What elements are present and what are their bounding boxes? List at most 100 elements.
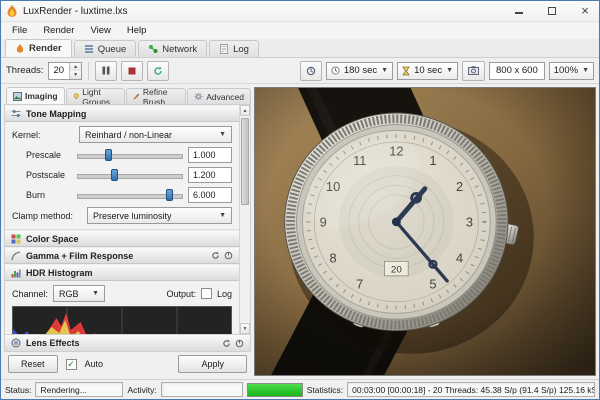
rendered-watch-image: 12 1 2 3 4 5 7 8 9 10 11 20 (255, 88, 595, 375)
menu-file[interactable]: File (4, 24, 35, 37)
scrollbar-thumb[interactable] (241, 118, 249, 205)
scroll-up-icon[interactable]: ▲ (240, 105, 250, 116)
tab-network[interactable]: Network (138, 40, 207, 57)
channel-select[interactable]: RGB ▼ (53, 285, 105, 302)
burn-value[interactable]: 6.000 (188, 187, 232, 203)
tab-queue-label: Queue (98, 44, 127, 55)
display-interval-select[interactable]: 180 sec ▼ (326, 62, 393, 80)
postscale-value[interactable]: 1.200 (188, 167, 232, 183)
tab-light-groups[interactable]: Light Groups (66, 88, 126, 104)
write-interval-select[interactable]: 10 sec ▼ (397, 62, 458, 80)
write-interval-value: 10 sec (414, 65, 442, 76)
color-space-icon (11, 234, 21, 244)
threads-spin-arrows[interactable]: ▲▼ (69, 63, 81, 79)
activity-label: Activity: (127, 385, 156, 395)
kernel-select[interactable]: Reinhard / non-Linear ▼ (79, 126, 232, 143)
clock-icon (331, 66, 340, 75)
channel-label: Channel: (12, 289, 48, 299)
pause-icon (102, 66, 110, 75)
spin-down-icon[interactable]: ▼ (70, 71, 81, 79)
stop-render-button[interactable] (121, 61, 143, 81)
chevron-down-icon: ▼ (219, 212, 226, 219)
reset-section-icon[interactable] (222, 339, 231, 348)
flame-icon (15, 44, 25, 54)
chevron-down-icon: ▼ (381, 67, 388, 74)
clamp-method-label: Clamp method: (12, 211, 82, 221)
tab-render[interactable]: Render (5, 39, 72, 57)
prescale-slider[interactable] (77, 148, 183, 162)
tone-mapping-header[interactable]: Tone Mapping (5, 105, 239, 122)
toolbar-separator (88, 62, 89, 80)
log-checkbox[interactable] (201, 288, 212, 299)
minimize-button[interactable] (505, 1, 533, 22)
title-bar[interactable]: LuxRender - luxtime.lxs × (1, 1, 599, 22)
panel-scrollbar[interactable]: ▲ ▼ (239, 105, 250, 334)
tab-advanced[interactable]: Advanced (187, 88, 251, 104)
color-space-title: Color Space (26, 234, 79, 244)
zoom-select[interactable]: 100% ▼ (549, 62, 594, 80)
panel-body: Tone Mapping Kernel: Reinhard / non-Line… (4, 104, 251, 335)
render-viewport[interactable]: 12 1 2 3 4 5 7 8 9 10 11 20 (254, 87, 596, 376)
menu-help[interactable]: Help (119, 24, 155, 37)
gamma-film-title: Gamma + Film Response (26, 251, 133, 261)
toggle-section-icon[interactable] (235, 339, 244, 348)
chevron-down-icon: ▼ (582, 67, 589, 74)
burn-slider-thumb[interactable] (166, 189, 173, 201)
activity-value (161, 382, 243, 397)
clamp-method-select[interactable]: Preserve luminosity ▼ (87, 207, 232, 224)
tab-network-label: Network (162, 44, 197, 55)
burn-slider[interactable] (77, 188, 183, 202)
prescale-value[interactable]: 1.000 (188, 147, 232, 163)
scrollbar-track[interactable] (240, 116, 250, 323)
color-space-header[interactable]: Color Space (5, 230, 239, 247)
tab-render-label: Render (29, 43, 62, 54)
menu-view[interactable]: View (82, 24, 118, 37)
close-button[interactable]: × (571, 1, 599, 22)
reset-button[interactable]: Reset (8, 355, 58, 373)
tab-refine-brush[interactable]: Refine Brush (126, 88, 186, 104)
kernel-value: Reinhard / non-Linear (85, 130, 172, 140)
snapshot-button[interactable] (462, 61, 485, 81)
postscale-slider[interactable] (77, 168, 183, 182)
maximize-button[interactable] (538, 1, 566, 22)
tab-log[interactable]: Log (209, 40, 259, 57)
channel-value: RGB (59, 289, 79, 299)
lens-effects-title: Lens Effects (26, 338, 80, 348)
menu-render[interactable]: Render (35, 24, 82, 37)
tab-queue[interactable]: Queue (74, 40, 137, 57)
status-label: Status: (5, 385, 31, 395)
tone-mapping-icon (11, 109, 21, 118)
apply-button[interactable]: Apply (178, 355, 247, 373)
chevron-down-icon: ▼ (219, 131, 226, 138)
hdr-histogram-title: HDR Histogram (26, 268, 93, 278)
histogram-canvas (12, 306, 232, 334)
toggle-section-icon[interactable] (224, 251, 233, 260)
stop-icon (128, 67, 136, 75)
reset-section-icon[interactable] (211, 251, 220, 260)
queue-icon (84, 44, 94, 54)
panel-tab-bar: Imaging Light Groups Refine Brush Advanc… (4, 87, 251, 104)
network-icon (148, 44, 158, 54)
lens-effects-header[interactable]: Lens Effects (4, 335, 251, 352)
threads-spinner[interactable]: 20 ▲▼ (48, 62, 83, 80)
render-progress-bar (247, 383, 303, 397)
tab-imaging[interactable]: Imaging (6, 87, 65, 104)
output-label: Output: (166, 289, 196, 299)
clamp-method-value: Preserve luminosity (93, 211, 172, 221)
histogram-icon (11, 268, 21, 278)
postscale-slider-thumb[interactable] (111, 169, 118, 181)
panel-footer: Reset ✓ Auto Apply (4, 352, 251, 376)
hdr-histogram-header[interactable]: HDR Histogram (5, 264, 239, 281)
gear-icon (194, 92, 203, 101)
scroll-down-icon[interactable]: ▼ (240, 323, 250, 334)
refresh-display-button[interactable] (300, 61, 322, 81)
gamma-film-header[interactable]: Gamma + Film Response (5, 247, 239, 264)
auto-checkbox[interactable]: ✓ (66, 359, 77, 370)
prescale-slider-thumb[interactable] (105, 149, 112, 161)
restart-render-button[interactable] (147, 61, 169, 81)
tone-mapping-body: Kernel: Reinhard / non-Linear ▼ Prescale… (5, 122, 239, 230)
spin-up-icon[interactable]: ▲ (70, 63, 81, 71)
chevron-down-icon: ▼ (446, 67, 453, 74)
progress-fill (248, 384, 302, 396)
pause-render-button[interactable] (95, 61, 117, 81)
